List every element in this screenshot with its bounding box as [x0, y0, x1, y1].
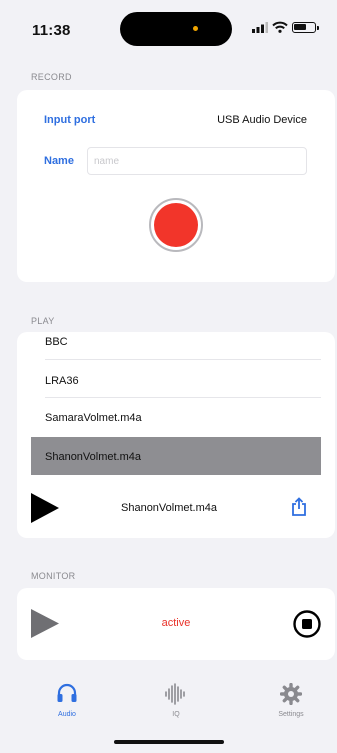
name-field[interactable]	[87, 147, 307, 175]
tab-settings[interactable]: Settings	[261, 683, 321, 723]
record-button-fill	[154, 203, 198, 247]
wifi-icon	[272, 21, 288, 33]
monitor-section-label: MONITOR	[31, 571, 76, 581]
share-icon[interactable]	[291, 497, 307, 517]
name-label: Name	[44, 155, 74, 167]
cellular-signal-icon	[252, 22, 268, 33]
tab-label: Audio	[58, 711, 76, 718]
tab-label: Settings	[278, 711, 304, 718]
tab-audio[interactable]: Audio	[37, 683, 97, 723]
headphones-icon	[57, 683, 77, 702]
stop-icon[interactable]	[292, 609, 322, 639]
now-playing-label: ShanonVolmet.m4a	[121, 502, 218, 514]
record-button[interactable]	[149, 198, 203, 252]
play-icon[interactable]	[31, 493, 59, 523]
play-section-label: PLAY	[31, 316, 55, 326]
gear-icon	[280, 683, 302, 705]
home-indicator[interactable]	[114, 740, 224, 744]
list-item-label: BBC	[45, 336, 68, 348]
dynamic-island	[120, 12, 232, 46]
record-card: Input port USB Audio Device Name	[17, 90, 335, 282]
battery-icon	[292, 22, 316, 33]
list-item[interactable]: LRA36	[17, 360, 335, 397]
tab-iq[interactable]: IQ	[146, 683, 206, 723]
input-port-label[interactable]: Input port	[44, 114, 95, 126]
list-item-label: SamaraVolmet.m4a	[45, 412, 142, 424]
list-item[interactable]: BBC	[17, 332, 335, 359]
status-time: 11:38	[32, 22, 71, 39]
battery-cap	[317, 26, 319, 30]
list-item-label: LRA36	[45, 375, 79, 387]
privacy-indicator-dot	[193, 26, 198, 31]
monitor-card: active	[17, 588, 335, 660]
input-port-value[interactable]: USB Audio Device	[217, 114, 307, 126]
tab-label: IQ	[172, 711, 180, 718]
play-card: BBC LRA36 SamaraVolmet.m4a ShanonVolmet.…	[17, 332, 335, 538]
list-item-selected[interactable]: ShanonVolmet.m4a	[31, 437, 321, 475]
waveform-icon	[165, 683, 185, 705]
list-item-label: ShanonVolmet.m4a	[45, 451, 142, 463]
record-section-label: RECORD	[31, 72, 72, 82]
monitor-status: active	[161, 617, 191, 629]
list-item[interactable]: SamaraVolmet.m4a	[17, 398, 335, 436]
